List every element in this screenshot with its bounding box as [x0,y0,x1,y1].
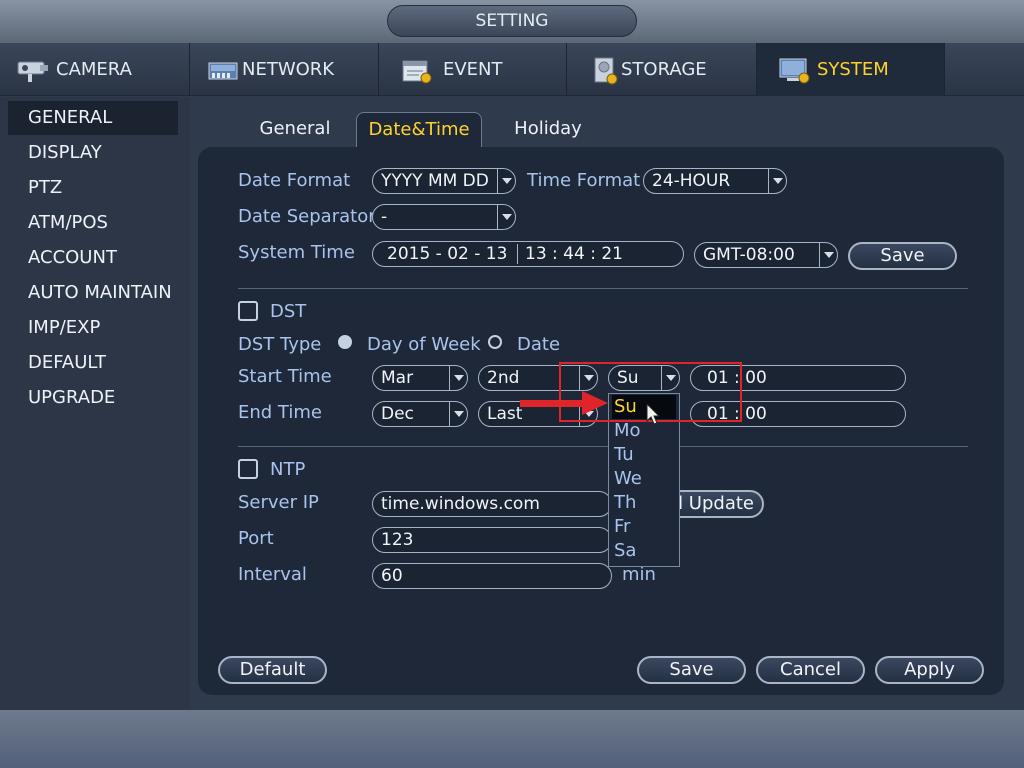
ntp-label: NTP [270,459,306,480]
sidebar-item-account[interactable]: ACCOUNT [8,241,178,275]
system-time-label: System Time [238,242,355,263]
sidebar-item-general[interactable]: GENERAL [8,101,178,135]
sidebar-item-upgrade[interactable]: UPGRADE [8,381,178,415]
dst-type-label: DST Type [238,334,322,355]
port-label: Port [238,528,274,549]
tab-event[interactable]: EVENT [379,43,567,96]
apply-button[interactable]: Apply [875,656,984,684]
interval-input[interactable]: 60 [372,563,612,589]
day-option-mo[interactable]: Mo [612,419,676,443]
tab-system[interactable]: SYSTEM [757,43,945,96]
sidebar-item-ptz[interactable]: PTZ [8,171,178,205]
date-separator-label: Date Separator [238,206,376,227]
ntp-checkbox[interactable] [238,459,258,479]
day-option-fr[interactable]: Fr [612,515,676,539]
end-month-select[interactable]: Dec [372,401,468,427]
tab-label: SYSTEM [817,59,889,80]
day-option-we[interactable]: We [612,467,676,491]
tab-label: NETWORK [242,59,335,80]
start-month-select[interactable]: Mar [372,365,468,391]
tab-camera[interactable]: CAMERA [0,43,190,96]
red-arrow-icon [582,391,608,415]
chevron-down-icon[interactable] [497,205,515,229]
system-date-value[interactable]: 2015 - 02 - 13 [387,244,507,264]
end-week-value: Last [487,404,523,424]
day-option-th[interactable]: Th [612,491,676,515]
timezone-value: GMT-08:00 [703,245,795,265]
interval-unit: min [622,564,656,585]
save-time-button[interactable]: Save [848,242,957,270]
mouse-cursor-icon [646,402,662,427]
port-input[interactable]: 123 [372,527,612,553]
tab-label: STORAGE [621,59,707,80]
bottom-bar [0,710,1024,768]
save-button[interactable]: Save [637,656,746,684]
chevron-down-icon[interactable] [768,169,786,193]
time-format-select[interactable]: 24-HOUR [643,168,787,194]
time-divider [517,244,518,264]
system-icon [777,54,813,86]
interval-label: Interval [238,564,307,585]
date-format-select[interactable]: YYYY MM DD [372,168,516,194]
start-month-value: Mar [381,368,414,388]
dst-type-day-of-week-radio[interactable] [338,335,352,349]
divider [238,288,968,289]
date-separator-select[interactable]: - [372,204,516,230]
chevron-down-icon[interactable] [449,366,467,390]
chevron-down-icon[interactable] [497,169,515,193]
system-clock-value[interactable]: 13 : 44 : 21 [525,242,623,266]
sidebar-item-atm-pos[interactable]: ATM/POS [8,206,178,240]
dst-type-day-of-week-label: Day of Week [367,334,481,355]
tab-storage[interactable]: STORAGE [567,43,757,96]
dst-type-date-label: Date [517,334,561,355]
chevron-down-icon[interactable] [819,243,837,267]
camera-icon [16,54,52,86]
time-format-label: Time Format [527,170,641,191]
sidebar-item-imp-exp[interactable]: IMP/EXP [8,311,178,345]
time-format-value: 24-HOUR [652,171,731,191]
day-option-sa[interactable]: Sa [612,539,676,563]
start-time-label: Start Time [238,366,332,387]
red-arrow-shaft [520,400,588,407]
date-separator-value: - [381,207,388,227]
date-format-value: YYYY MM DD [381,171,489,191]
window-title: SETTING [387,5,637,37]
title-bar: SETTING [0,0,1024,42]
subtab-date-time[interactable]: Date&Time [356,112,482,148]
tab-label: EVENT [443,59,503,80]
dst-checkbox[interactable] [238,301,258,321]
cancel-button[interactable]: Cancel [756,656,865,684]
tab-network[interactable]: NETWORK [190,43,379,96]
end-month-value: Dec [381,404,414,424]
storage-icon [591,54,621,86]
sidebar-item-default[interactable]: DEFAULT [8,346,178,380]
divider [238,446,968,447]
dst-type-date-radio[interactable] [488,335,502,349]
chevron-down-icon[interactable] [449,402,467,426]
dst-label: DST [270,301,307,322]
date-format-label: Date Format [238,170,351,191]
server-ip-input[interactable]: time.windows.com [372,491,612,517]
default-button[interactable]: Default [218,656,327,684]
subtab-holiday[interactable]: Holiday [500,112,596,148]
main-tab-bar: CAMERA NETWORK EVENT STORAGE SYSTEM [0,42,1024,96]
server-ip-label: Server IP [238,492,319,513]
start-week-value: 2nd [487,368,520,388]
end-time-label: End Time [238,402,322,423]
system-time-input[interactable]: 2015 - 02 - 13 13 : 44 : 21 [372,241,684,267]
subtab-general[interactable]: General [250,112,340,148]
tab-label: CAMERA [56,59,132,80]
sidebar-item-display[interactable]: DISPLAY [8,136,178,170]
timezone-select[interactable]: GMT-08:00 [694,242,838,268]
event-icon [399,54,435,86]
sidebar-item-auto-maintain[interactable]: AUTO MAINTAIN [8,276,178,310]
day-option-tu[interactable]: Tu [612,443,676,467]
network-icon [206,54,242,86]
